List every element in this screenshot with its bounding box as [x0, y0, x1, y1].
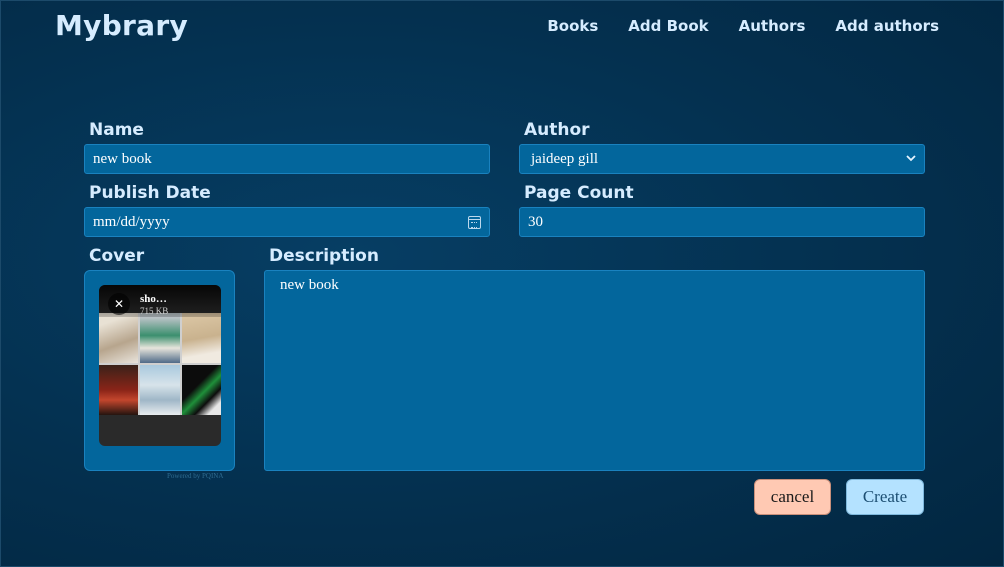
author-select-value: jaideep gill: [531, 150, 599, 167]
description-label: Description: [269, 246, 379, 266]
page-count-value: 30: [528, 213, 543, 230]
page-count-label: Page Count: [524, 183, 634, 203]
cover-file-size: 715 KB: [140, 306, 169, 316]
remove-file-button[interactable]: ✕: [108, 293, 130, 315]
nav-authors[interactable]: Authors: [739, 17, 806, 35]
chevron-down-icon: [906, 154, 916, 165]
create-button[interactable]: Create: [846, 479, 924, 515]
description-textarea[interactable]: new book: [264, 270, 925, 471]
description-value: new book: [280, 277, 339, 293]
cover-file-name: sho…: [140, 293, 167, 305]
name-input[interactable]: new book: [84, 144, 490, 174]
brand-logo[interactable]: Mybrary: [55, 9, 188, 42]
cover-label: Cover: [89, 246, 145, 266]
cover-preview: ✕ sho… 715 KB: [99, 285, 221, 446]
author-select[interactable]: jaideep gill: [519, 144, 925, 174]
page-count-input[interactable]: 30: [519, 207, 925, 237]
cover-upload[interactable]: ✕ sho… 715 KB: [84, 270, 235, 471]
nav-add-book[interactable]: Add Book: [628, 17, 708, 35]
publish-date-label: Publish Date: [89, 183, 211, 203]
author-label: Author: [524, 120, 590, 140]
nav-add-authors[interactable]: Add authors: [835, 17, 939, 35]
powered-by-link[interactable]: Powered by PQINA: [167, 472, 223, 480]
nav-books[interactable]: Books: [547, 17, 598, 35]
publish-date-placeholder: mm/dd/yyyy: [93, 213, 170, 230]
name-input-value: new book: [93, 150, 152, 167]
main-nav: Books Add Book Authors Add authors: [547, 17, 939, 35]
publish-date-input[interactable]: mm/dd/yyyy: [84, 207, 490, 237]
cancel-button[interactable]: cancel: [754, 479, 831, 515]
name-label: Name: [89, 120, 144, 140]
calendar-icon[interactable]: [468, 215, 481, 229]
cover-image: [99, 313, 221, 415]
